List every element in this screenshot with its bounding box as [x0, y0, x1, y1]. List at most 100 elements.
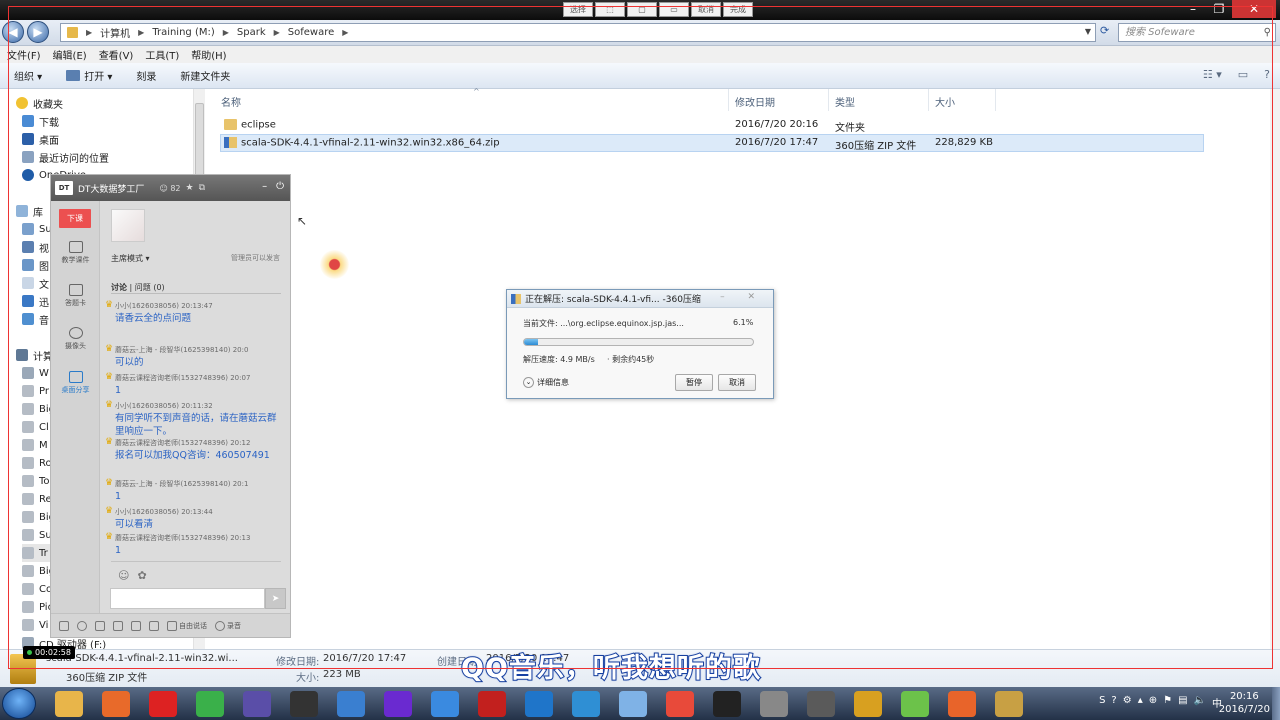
- forward-button[interactable]: ▶: [27, 21, 49, 43]
- feather-icon[interactable]: [431, 691, 459, 717]
- nav-drive[interactable]: Su: [22, 526, 52, 544]
- settings-icon[interactable]: ⚙: [1123, 695, 1132, 710]
- back-button[interactable]: ◀: [2, 21, 24, 43]
- nav-drive[interactable]: Re: [22, 490, 52, 508]
- help-icon[interactable]: ?: [1264, 68, 1270, 81]
- capture-window-button[interactable]: ▢: [627, 2, 657, 17]
- dialog-window-controls[interactable]: – ✕: [720, 292, 765, 302]
- taskbar-clock[interactable]: 20:16 2016/7/20: [1219, 690, 1270, 716]
- volume-icon[interactable]: 🔈: [1194, 695, 1206, 710]
- file-row[interactable]: eclipse 2016/7/20 20:16 文件夹: [220, 116, 1204, 134]
- cancel-button[interactable]: 取消: [718, 374, 756, 391]
- ev-icon[interactable]: [478, 691, 506, 717]
- nav-drive[interactable]: To: [22, 472, 50, 490]
- menu-help[interactable]: 帮助(H): [191, 47, 226, 62]
- menu-view[interactable]: 查看(V): [99, 47, 134, 62]
- wechat-icon[interactable]: [196, 691, 224, 717]
- network-icon[interactable]: [572, 691, 600, 717]
- nav-lib-item[interactable]: 图: [22, 256, 49, 274]
- nav-lib-item[interactable]: 音: [22, 310, 49, 328]
- details-toggle[interactable]: ⌄ 详细信息: [523, 377, 569, 388]
- capture-cancel-button[interactable]: 取消: [691, 2, 721, 17]
- nav-favorites[interactable]: 收藏夹: [16, 94, 63, 112]
- column-divider[interactable]: [928, 89, 929, 111]
- mode-dropdown[interactable]: 主席模式 ▾: [111, 253, 150, 264]
- camera-icon[interactable]: [760, 691, 788, 717]
- breadcrumb-computer[interactable]: 计算机: [100, 25, 130, 40]
- qq-icon[interactable]: [713, 691, 741, 717]
- capture-select-button[interactable]: 选择: [563, 2, 593, 17]
- capture-full-button[interactable]: ▭: [659, 2, 689, 17]
- sidebar-item-screen-share[interactable]: 桌面分享: [51, 371, 100, 395]
- nav-drive[interactable]: Cl: [22, 418, 49, 436]
- breadcrumb-spark[interactable]: Spark: [237, 27, 266, 38]
- start-button[interactable]: [2, 688, 36, 719]
- column-header-type[interactable]: 类型: [835, 94, 855, 109]
- sidebar-item-camera[interactable]: 摄像头: [51, 327, 100, 351]
- recorder-icon[interactable]: [149, 691, 177, 717]
- nav-lib-item[interactable]: 迅: [22, 292, 49, 310]
- eclipse-icon[interactable]: [243, 691, 271, 717]
- show-desktop-button[interactable]: [1272, 687, 1280, 720]
- exit-icon[interactable]: [59, 620, 69, 631]
- nav-drive[interactable]: Pic: [22, 598, 53, 616]
- column-header-size[interactable]: 大小: [935, 94, 955, 109]
- globe-icon[interactable]: [619, 691, 647, 717]
- firefox-icon[interactable]: [102, 691, 130, 717]
- explorer-icon[interactable]: [55, 691, 83, 717]
- nav-lib-item[interactable]: 文: [22, 274, 49, 292]
- power-icon[interactable]: ⏻: [276, 181, 284, 192]
- nav-lib-item[interactable]: Su: [22, 220, 52, 238]
- maximize-button[interactable]: ❐: [1206, 0, 1232, 18]
- sidebar-item-courseware[interactable]: 教学课件: [51, 241, 100, 265]
- menu-file[interactable]: 文件(F): [7, 47, 41, 62]
- tab-discuss[interactable]: 讨论: [111, 283, 127, 292]
- send-button[interactable]: ➤: [265, 588, 286, 609]
- nav-drive[interactable]: Vi: [22, 616, 48, 634]
- end-class-button[interactable]: 下课: [59, 209, 91, 228]
- address-history-dropdown[interactable]: ▼: [1085, 27, 1091, 36]
- column-header-modified[interactable]: 修改日期: [735, 94, 775, 109]
- star-icon[interactable]: ★: [186, 183, 194, 193]
- view-options-icon[interactable]: ☷ ▾: [1203, 68, 1222, 81]
- pause-button[interactable]: 暂停: [675, 374, 713, 391]
- plus-icon[interactable]: ⊕: [1149, 695, 1157, 710]
- chevron-up-icon[interactable]: ▴: [1138, 695, 1143, 710]
- nav-drive[interactable]: M: [22, 436, 48, 454]
- nav-drive[interactable]: Co: [22, 580, 52, 598]
- nav-downloads[interactable]: 下载: [22, 112, 59, 130]
- minimize-icon[interactable]: –: [262, 181, 267, 192]
- nav-lib-item[interactable]: 视: [22, 238, 49, 256]
- capture-rect-button[interactable]: ⬚: [595, 2, 625, 17]
- preview-pane-icon[interactable]: ▭: [1238, 68, 1248, 81]
- minimize-button[interactable]: –: [1180, 0, 1206, 18]
- microphone-icon[interactable]: [113, 620, 123, 631]
- free-talk-toggle[interactable]: 自由说话: [167, 620, 207, 631]
- avatar[interactable]: [111, 209, 145, 242]
- organize-button[interactable]: 组织 ▾: [14, 68, 42, 83]
- sidebar-item-answer-card[interactable]: 答题卡: [51, 284, 100, 308]
- help-icon[interactable]: ?: [1111, 695, 1116, 710]
- file-row-selected[interactable]: scala-SDK-4.4.1-vfinal-2.11-win32.win32.…: [220, 134, 1204, 152]
- nav-drive[interactable]: W: [22, 364, 49, 382]
- nav-drive[interactable]: Ro: [22, 454, 52, 472]
- vs-icon[interactable]: [807, 691, 835, 717]
- intellij-icon[interactable]: [384, 691, 412, 717]
- column-divider[interactable]: [995, 89, 996, 111]
- share-icon[interactable]: ⧉: [199, 183, 205, 193]
- emoji-icon[interactable]: ☺: [118, 569, 137, 582]
- sogou-icon[interactable]: S: [1099, 695, 1105, 710]
- slides-icon[interactable]: [948, 691, 976, 717]
- record-button[interactable]: 录音: [215, 620, 241, 631]
- menu-tools[interactable]: 工具(T): [145, 47, 179, 62]
- address-bar[interactable]: ▶ 计算机 ▶ Training (M:) ▶ Spark ▶ Sofeware…: [60, 23, 1096, 42]
- chat-message-list[interactable]: ♛ 小小(1626038056) 20:13:47 请香云全的点问题 ♛ 蘑菇云-上海…: [101, 295, 290, 561]
- file-list-scrollbar[interactable]: [1270, 89, 1280, 649]
- k-icon[interactable]: [525, 691, 553, 717]
- column-divider[interactable]: [728, 89, 729, 111]
- breadcrumb-drive[interactable]: Training (M:): [152, 27, 214, 38]
- chrome-icon[interactable]: [666, 691, 694, 717]
- menu-edit[interactable]: 编辑(E): [53, 47, 87, 62]
- close-button[interactable]: ✕: [1232, 0, 1276, 18]
- document-icon[interactable]: [149, 620, 159, 631]
